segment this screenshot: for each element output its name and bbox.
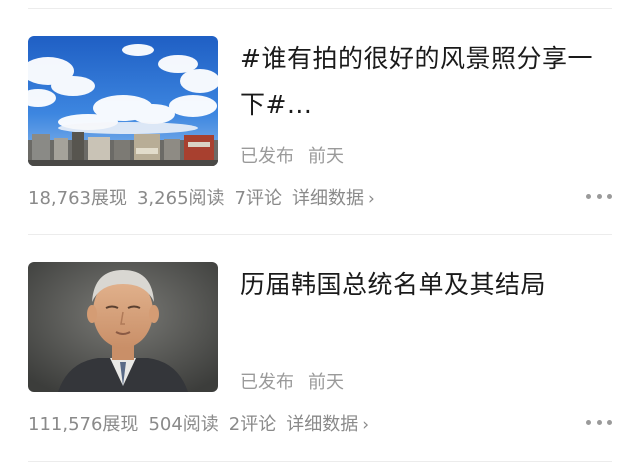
more-options-icon[interactable] bbox=[586, 412, 612, 432]
sky-cityscape-photo-icon bbox=[28, 36, 218, 166]
elderly-man-portrait-photo-icon bbox=[28, 262, 218, 392]
article-thumbnail[interactable] bbox=[28, 36, 218, 166]
article-stats: 18,763展现 3,265阅读 7评论 详细数据 › bbox=[28, 184, 588, 210]
article-thumbnail[interactable] bbox=[28, 262, 218, 392]
article-card[interactable]: 历届韩国总统名单及其结局 已发布 前天 111,576展现 504阅读 2评论 详细数据… bbox=[0, 262, 640, 467]
publish-status: 已发布 bbox=[240, 372, 294, 393]
views-count: 18,763展现 bbox=[28, 188, 127, 209]
publish-time: 前天 bbox=[308, 146, 344, 167]
article-feed: #谁有拍的很好的风景照分享一下#... 已发布 前天 18,763展现 3,265阅… bbox=[0, 0, 640, 467]
comments-count: 7评论 bbox=[234, 188, 282, 209]
reads-count: 3,265阅读 bbox=[136, 188, 225, 209]
detail-data-link[interactable]: 详细数据 › bbox=[292, 184, 375, 210]
article-card[interactable]: #谁有拍的很好的风景照分享一下#... 已发布 前天 18,763展现 3,265阅… bbox=[0, 36, 640, 264]
chevron-right-icon: › bbox=[367, 189, 375, 209]
chevron-right-icon: › bbox=[362, 415, 370, 435]
detail-data-link[interactable]: 详细数据 › bbox=[286, 410, 369, 436]
article-stats: 111,576展现 504阅读 2评论 详细数据 › bbox=[28, 410, 588, 436]
publish-status: 已发布 bbox=[240, 146, 294, 167]
article-divider bbox=[28, 234, 612, 235]
comments-count: 2评论 bbox=[228, 414, 277, 435]
detail-data-label: 详细数据 bbox=[286, 414, 359, 435]
reads-count: 504阅读 bbox=[148, 414, 219, 435]
article-title[interactable]: #谁有拍的很好的风景照分享一下#... bbox=[240, 36, 612, 128]
more-options-icon[interactable] bbox=[586, 186, 612, 206]
detail-data-label: 详细数据 bbox=[291, 188, 364, 209]
bottom-divider bbox=[28, 461, 612, 462]
article-meta: 已发布 前天 bbox=[240, 142, 344, 168]
article-title[interactable]: 历届韩国总统名单及其结局 bbox=[240, 262, 612, 308]
views-count: 111,576展现 bbox=[28, 414, 139, 435]
publish-time: 前天 bbox=[308, 372, 344, 393]
top-divider bbox=[28, 8, 612, 9]
article-meta: 已发布 前天 bbox=[240, 368, 344, 394]
